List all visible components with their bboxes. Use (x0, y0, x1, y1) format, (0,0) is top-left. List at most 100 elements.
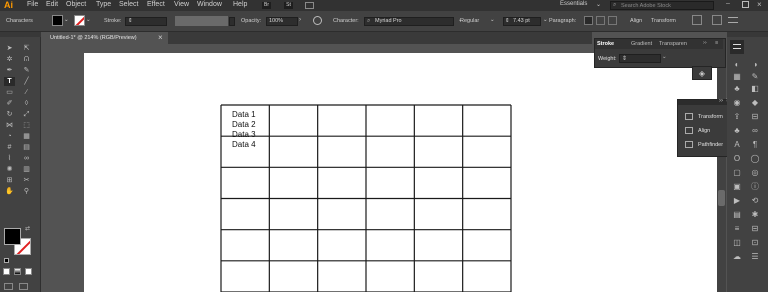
panel-collapse-icon[interactable]: ›› (703, 40, 707, 46)
stock-icon[interactable]: St (284, 2, 293, 9)
minimize-icon[interactable]: – (726, 0, 730, 7)
profile-dropdown[interactable] (229, 17, 235, 26)
free-transform-icon[interactable]: ⬚ (21, 121, 32, 130)
cell-text-line[interactable]: Data 2 (232, 120, 256, 130)
rectangle-tool-icon[interactable]: ▭ (4, 88, 15, 97)
pathfinder-panel-icon[interactable]: ◫ (731, 238, 743, 248)
menu-window[interactable]: Window (197, 1, 222, 8)
cell-text-line[interactable]: Data 3 (232, 130, 256, 140)
stroke-swatch[interactable] (74, 15, 85, 26)
arrange-documents-icon[interactable] (305, 2, 314, 9)
color-panel-icon[interactable]: ◐ (731, 60, 743, 70)
opacity-label[interactable]: Opacity: (241, 18, 261, 24)
menu-select[interactable]: Select (119, 1, 138, 8)
glyphs-panel-icon[interactable]: ◯ (749, 154, 761, 164)
character-panel-icon[interactable]: A (731, 140, 743, 150)
fill-dropdown-icon[interactable]: ⌄ (64, 17, 69, 23)
align-center-icon[interactable] (596, 16, 605, 25)
paragraph-panel-icon[interactable]: ¶ (749, 140, 761, 150)
swatches-panel-icon[interactable]: ▦ (731, 72, 743, 82)
tab-stroke[interactable]: Stroke (597, 41, 614, 47)
panel-item-transform[interactable]: Transform (685, 113, 729, 122)
weight-field[interactable]: ⇕ (619, 54, 661, 63)
transform-reference-icon[interactable] (692, 15, 702, 25)
cell-text-line[interactable]: Data 4 (232, 140, 256, 150)
stroke-weight-field[interactable]: ⇕ (125, 17, 167, 26)
mesh-tool-icon[interactable]: # (4, 143, 15, 152)
width-tool-icon[interactable]: ⋈ (4, 121, 15, 130)
shaper-tool-icon[interactable]: ✐ (4, 99, 15, 108)
menu-object[interactable]: Object (66, 1, 86, 8)
vertical-scrollbar[interactable] (717, 44, 726, 292)
brushes-panel-icon[interactable]: ✎ (749, 72, 761, 82)
graph-tool-icon[interactable]: ▥ (21, 165, 32, 174)
font-size-dropdown-icon[interactable]: ⌄ (543, 17, 548, 23)
cell-text-line[interactable]: Data 1 (232, 110, 256, 120)
asset-export-icon[interactable]: ⇪ (731, 112, 743, 122)
actions-panel-icon[interactable]: ▶ (731, 196, 743, 206)
weight-dropdown-icon[interactable]: ⌄ (662, 54, 667, 60)
font-family-field[interactable]: ⌕ Myriad Pro (364, 17, 454, 26)
stroke-dropdown-icon[interactable]: ⌄ (86, 17, 91, 23)
variable-width-profile[interactable] (175, 16, 228, 26)
paintbrush-icon[interactable]: ∕ (21, 88, 32, 97)
perspective-grid-icon[interactable]: ▦ (21, 132, 32, 141)
blend-tool-icon[interactable]: ∞ (21, 154, 32, 163)
tab-gradient[interactable]: Gradient (631, 41, 652, 47)
panel-item-align[interactable]: Align (685, 127, 729, 136)
swap-colors-icon[interactable]: ⇄ (22, 225, 33, 234)
font-size-field[interactable]: ⇕ 7.43 pt (503, 17, 541, 26)
menu-effect[interactable]: Effect (147, 1, 165, 8)
history-panel-icon[interactable]: ⟲ (749, 196, 761, 206)
workspace-switcher[interactable]: Essentials (560, 1, 587, 7)
fill-color-box[interactable] (4, 228, 21, 245)
tab-transparency[interactable]: Transparen (659, 41, 687, 47)
transparency-panel-icon[interactable]: ◎ (749, 168, 761, 178)
panel-menu-icon[interactable]: ≡ (715, 40, 718, 46)
attributes-panel-icon[interactable]: ✱ (749, 210, 761, 220)
symbols-panel-icon[interactable]: ♣ (731, 84, 743, 94)
close-tab-icon[interactable]: × (158, 33, 163, 42)
document-tab[interactable]: Untitled-1* @ 214% (RGB/Preview) × (46, 32, 168, 44)
opacity-field[interactable]: 100% (266, 17, 298, 26)
align-right-icon[interactable] (608, 16, 617, 25)
stroke-panel-icon[interactable]: ≡ (731, 224, 743, 234)
direct-selection-tool-icon[interactable]: ⇱ (21, 44, 32, 53)
scale-tool-icon[interactable]: ⤢ (21, 110, 32, 119)
chevron-right-icon[interactable]: › (299, 17, 301, 23)
hand-tool-icon[interactable]: ✋ (4, 187, 15, 196)
panel-menu-icon[interactable] (728, 17, 738, 23)
magic-wand-icon[interactable]: ✲ (4, 55, 15, 64)
stock-search-input[interactable]: ⌕ Search Adobe Stock (610, 1, 714, 10)
scrollbar-thumb[interactable] (718, 190, 725, 206)
menu-help[interactable]: Help (233, 1, 247, 8)
close-window-icon[interactable]: × (757, 0, 762, 9)
table-grid[interactable] (84, 53, 717, 292)
align-left-icon[interactable] (584, 16, 593, 25)
club-icon[interactable]: ♣ (731, 126, 743, 136)
graphic-styles-icon[interactable]: ◧ (749, 84, 761, 94)
paragraph-label[interactable]: Paragraph: (549, 18, 576, 24)
slice-tool-icon[interactable]: ✂ (21, 176, 32, 185)
chevron-down-icon[interactable]: ⌄ (596, 1, 601, 8)
layers-icon[interactable]: ◈ (692, 66, 712, 80)
align-link[interactable]: Align (630, 18, 642, 24)
lasso-icon[interactable]: ᕬ (21, 55, 32, 64)
font-style-dropdown-icon[interactable]: ⌄ (490, 17, 495, 23)
navigator-panel-icon[interactable]: ▣ (731, 182, 743, 192)
artboard[interactable]: Data 1 Data 2 Data 3 Data 4 (84, 53, 717, 292)
draw-normal-icon[interactable] (4, 283, 13, 290)
fill-swatch[interactable] (52, 15, 63, 26)
maximize-icon[interactable] (742, 1, 749, 8)
transform-panel-icon[interactable]: ⊡ (749, 238, 761, 248)
panel-item-pathfinder[interactable]: Pathfinder (685, 141, 729, 150)
menu-file[interactable]: File (27, 1, 38, 8)
type-tool-icon[interactable]: T (4, 77, 15, 86)
color-guide-icon[interactable]: ◑ (749, 60, 761, 70)
gradient-mode-icon[interactable] (14, 268, 21, 275)
eraser-icon[interactable]: ◊ (21, 99, 32, 108)
font-style-value[interactable]: Regular (460, 18, 479, 24)
artboard-tool-icon[interactable]: ⊞ (4, 176, 15, 185)
transform-link[interactable]: Transform (651, 18, 676, 24)
recolor-artwork-icon[interactable] (313, 16, 322, 25)
